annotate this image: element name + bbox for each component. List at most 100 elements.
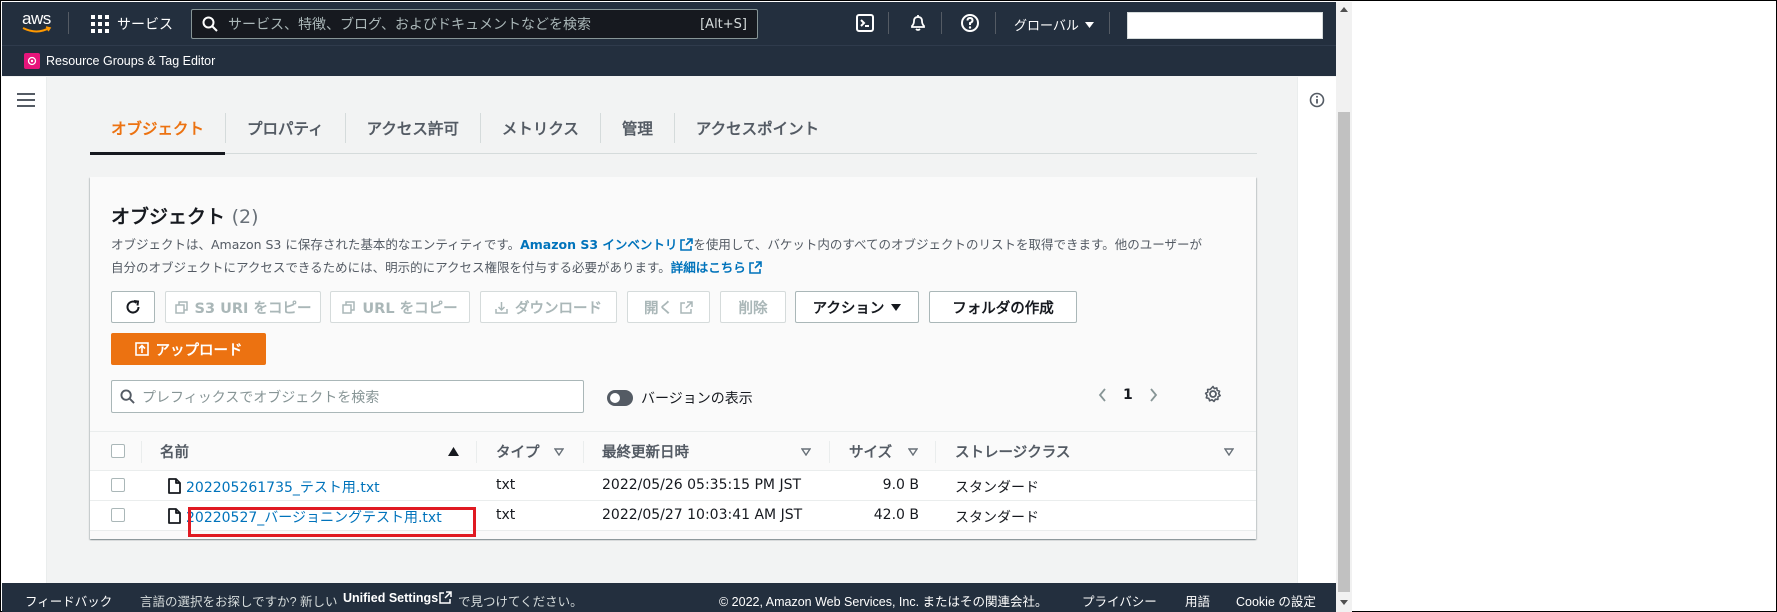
feedback-link[interactable]: フィードバック	[25, 591, 112, 610]
column-modified-label: 最終更新日時	[602, 444, 689, 461]
show-versions-label: バージョンの表示	[641, 391, 753, 407]
favorites-bar: Resource Groups & Tag Editor	[2, 45, 1336, 76]
caret-down-icon	[891, 303, 902, 311]
account-menu[interactable]	[1127, 12, 1323, 39]
prefix-search-input[interactable]: プレフィックスでオブジェクトを検索	[111, 380, 584, 413]
column-divider	[141, 441, 142, 463]
object-type: txt	[496, 507, 516, 523]
search-icon	[120, 389, 135, 404]
toggle-switch[interactable]	[607, 390, 633, 406]
cookie-settings-link[interactable]: Cookie の設定	[1236, 591, 1316, 610]
select-all-checkbox[interactable]	[111, 444, 125, 458]
scroll-up-arrow-icon[interactable]	[1340, 7, 1348, 12]
external-link-icon	[748, 261, 762, 274]
scroll-down-arrow-icon[interactable]	[1340, 600, 1348, 605]
aws-smile-icon	[22, 26, 52, 33]
file-icon	[168, 508, 181, 524]
resource-groups-icon	[24, 53, 40, 69]
cloudshell-icon[interactable]	[855, 13, 875, 33]
refresh-icon	[126, 300, 140, 314]
object-size: 42.0 B	[873, 507, 919, 523]
aws-logo-text: aws	[22, 9, 51, 28]
gear-icon[interactable]	[1204, 385, 1222, 403]
column-header-last-modified[interactable]: 最終更新日時	[602, 441, 689, 462]
tab-management[interactable]: 管理	[601, 102, 674, 154]
panel-title-text: オブジェクト	[111, 206, 226, 228]
actions-dropdown-button[interactable]: アクション	[795, 291, 919, 323]
column-header-storage-class[interactable]: ストレージクラス	[955, 441, 1070, 462]
column-name-label: 名前	[160, 444, 189, 461]
column-header-type[interactable]: タイプ	[496, 441, 540, 462]
tab-objects[interactable]: オブジェクト	[90, 102, 226, 155]
unified-settings-link[interactable]: Unified Settings	[343, 591, 438, 605]
resource-groups-link[interactable]: Resource Groups & Tag Editor	[46, 54, 215, 68]
column-divider	[583, 441, 584, 463]
object-storage-class: スタンダード	[955, 510, 1039, 526]
region-selector[interactable]: グローバル	[1014, 15, 1094, 34]
nav-divider	[68, 12, 69, 34]
external-link-icon	[680, 300, 693, 314]
current-page-number[interactable]: 1	[1123, 387, 1133, 403]
global-search-placeholder: サービス、特徴、ブログ、およびドキュメントなどを検索	[228, 17, 592, 33]
info-icon[interactable]	[1309, 92, 1325, 108]
desc-text-1: オブジェクトは、Amazon S3 に保存された基本的なエンティティです。	[111, 237, 521, 252]
copy-icon	[174, 300, 188, 314]
scrollbar-thumb[interactable]	[1338, 112, 1350, 592]
upload-button[interactable]: アップロード	[111, 333, 266, 365]
s3-inventory-link[interactable]: Amazon S3 インベントリ	[520, 237, 694, 252]
desc-text-2: を使用して、バケット内のすべてのオブジェクトのリストを取得できます。他のユーザー…	[693, 237, 1203, 252]
global-search-input[interactable]: サービス、特徴、ブログ、およびドキュメントなどを検索 [Alt+S]	[191, 9, 758, 39]
open-button[interactable]: 開く	[627, 291, 710, 323]
column-type-label: タイプ	[496, 444, 540, 461]
console-footer: フィードバック 言語の選択をお探しですか? 新しい Unified Settin…	[2, 583, 1336, 612]
search-icon	[202, 16, 218, 32]
tab-properties[interactable]: プロパティ	[226, 102, 345, 154]
desc-text-3: 自分のオブジェクトにアクセスできるためには、明示的にアクセス権限を付与する必要が…	[111, 260, 671, 275]
left-side-rail	[2, 77, 47, 584]
learn-more-link[interactable]: 詳細はこちら	[671, 260, 762, 275]
copy-s3-uri-button[interactable]: S3 URI をコピー	[165, 291, 321, 323]
aws-logo[interactable]: aws	[22, 10, 58, 38]
vertical-scrollbar[interactable]	[1336, 2, 1352, 612]
tab-permissions[interactable]: アクセス許可	[346, 102, 480, 154]
pagination: 1	[1098, 387, 1158, 403]
highlight-annotation-box	[188, 507, 476, 537]
column-header-size[interactable]: サイズ	[849, 441, 892, 462]
nav-divider	[1109, 12, 1110, 34]
show-versions-toggle[interactable]: バージョンの表示	[607, 388, 753, 408]
tab-metrics[interactable]: メトリクス	[481, 102, 600, 154]
create-folder-button[interactable]: フォルダの作成	[929, 291, 1077, 323]
copyright-text: © 2022, Amazon Web Services, Inc. またはその関…	[719, 595, 1048, 609]
upload-label: アップロード	[155, 342, 243, 359]
services-menu-button[interactable]: サービス	[91, 11, 173, 37]
download-button[interactable]: ダウンロード	[480, 291, 617, 323]
privacy-link[interactable]: プライバシー	[1082, 591, 1157, 610]
notifications-bell-icon[interactable]	[908, 13, 928, 33]
create-folder-label: フォルダの作成	[952, 300, 1054, 317]
upload-icon	[134, 342, 149, 356]
chevron-right-icon[interactable]	[1149, 388, 1158, 402]
s3-inventory-link-text: Amazon S3 インベントリ	[520, 237, 678, 252]
help-icon[interactable]	[960, 13, 980, 33]
column-header-name[interactable]: 名前	[160, 441, 460, 462]
right-side-rail	[1297, 77, 1336, 584]
terms-link[interactable]: 用語	[1185, 591, 1210, 610]
hamburger-menu-icon[interactable]	[17, 93, 35, 107]
search-shortcut-hint: [Alt+S]	[700, 16, 747, 32]
chevron-left-icon[interactable]	[1098, 388, 1107, 402]
row-checkbox[interactable]	[111, 478, 125, 492]
delete-button[interactable]: 削除	[720, 291, 786, 323]
copy-s3-uri-label: S3 URI をコピー	[194, 300, 312, 317]
tab-access-points[interactable]: アクセスポイント	[675, 102, 840, 154]
sort-ascending-icon	[448, 446, 459, 456]
open-label: 開く	[644, 300, 673, 317]
row-checkbox[interactable]	[111, 508, 125, 522]
copy-url-button[interactable]: URL をコピー	[330, 291, 470, 323]
panel-title: オブジェクト (2)	[111, 202, 259, 229]
refresh-button[interactable]	[111, 291, 155, 323]
objects-panel: オブジェクト (2) オブジェクトは、Amazon S3 に保存された基本的なエ…	[90, 177, 1256, 539]
object-name-link[interactable]: 202205261735_テスト用.txt	[186, 477, 380, 497]
nav-divider	[941, 12, 942, 34]
copy-icon	[342, 300, 356, 314]
table-row[interactable]: 202205261735_テスト用.txt txt 2022/05/26 05:…	[90, 471, 1256, 501]
